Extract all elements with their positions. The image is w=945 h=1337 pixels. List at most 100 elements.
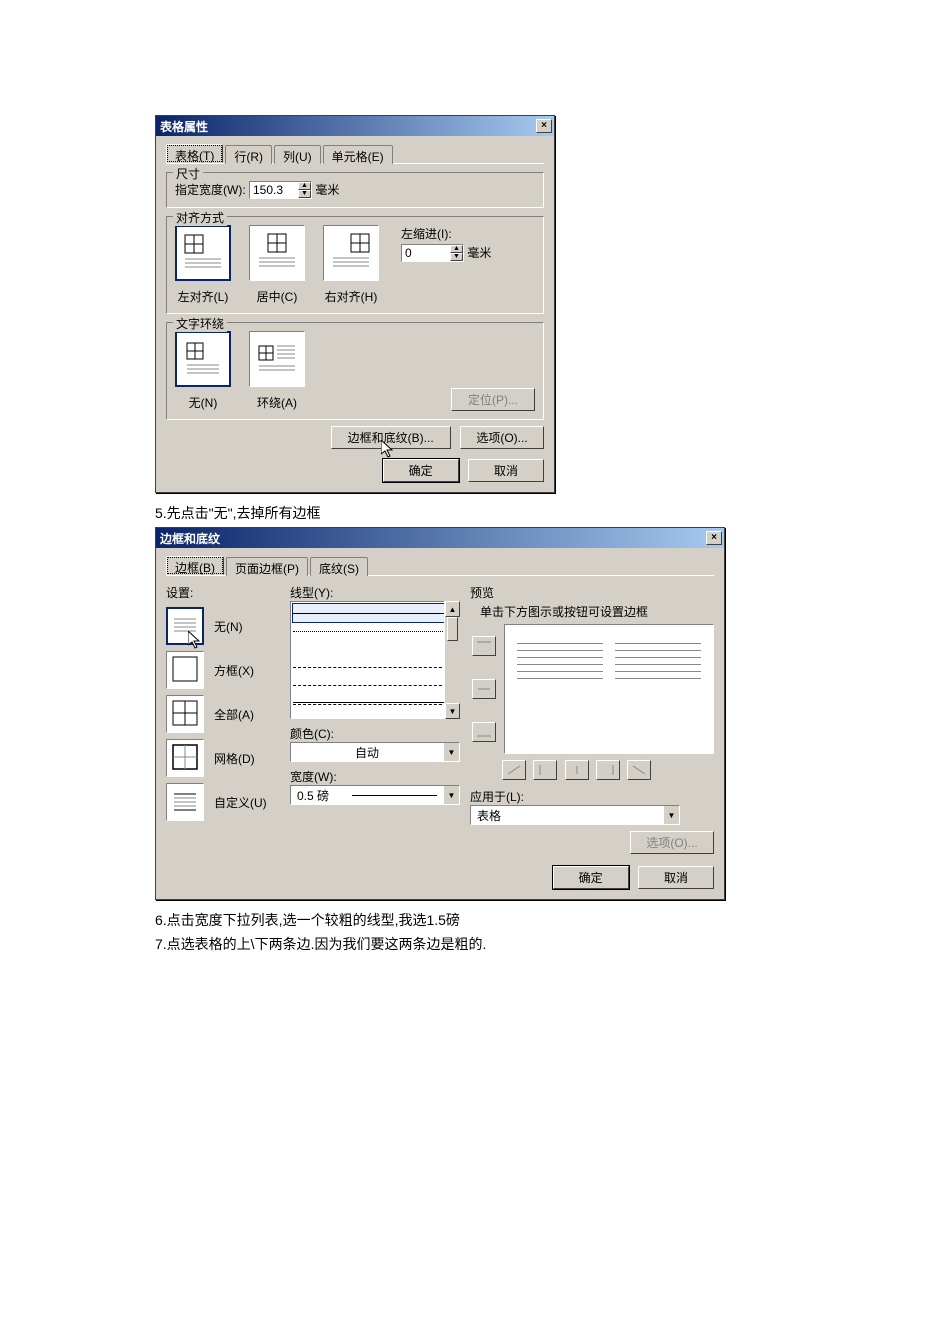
table-properties-dialog: 表格属性 × 表格(T) 行(R) 列(U) 单元格(E) 尺寸 指定宽度(W)…	[155, 115, 555, 493]
scrollbar[interactable]: ▲ ▼	[444, 601, 460, 719]
setting-grid-label: 网格(D)	[214, 750, 255, 767]
indent-label: 左缩进(I):	[401, 225, 491, 242]
setting-grid-button[interactable]	[166, 739, 204, 777]
width-input[interactable]	[250, 182, 298, 198]
edge-vmid-icon	[569, 764, 585, 776]
chevron-down-icon[interactable]: ▼	[298, 190, 311, 198]
tab-borders[interactable]: 边框(B)	[166, 556, 224, 575]
wrap-around-label: 环绕(A)	[249, 394, 305, 411]
instruction-5: 5.先点击"无",去掉所有边框	[155, 503, 945, 523]
list-item[interactable]	[293, 622, 457, 640]
chevron-down-icon[interactable]: ▼	[445, 703, 460, 719]
width-spinner[interactable]: ▲ ▼	[249, 181, 312, 199]
indent-unit: 毫米	[467, 246, 491, 260]
chevron-up-icon[interactable]: ▲	[450, 245, 463, 253]
color-label: 颜色(C):	[290, 725, 460, 742]
tab-shading[interactable]: 底纹(S)	[310, 557, 368, 576]
tab-cell[interactable]: 单元格(E)	[323, 145, 393, 164]
ok-button[interactable]: 确定	[383, 459, 459, 482]
list-item[interactable]	[293, 694, 457, 712]
edge-left-button[interactable]	[533, 760, 557, 780]
edge-diag2-button[interactable]	[627, 760, 651, 780]
wrap-none-label: 无(N)	[175, 394, 231, 411]
align-legend: 对齐方式	[173, 209, 227, 226]
titlebar[interactable]: 表格属性 ×	[156, 116, 554, 136]
setting-box-icon	[168, 652, 202, 686]
edge-bottom-icon	[476, 726, 492, 738]
apply-label: 应用于(L):	[470, 788, 714, 805]
color-combo[interactable]: 自动 ▼	[290, 742, 460, 762]
style-label: 线型(Y):	[290, 584, 460, 601]
edge-top-icon	[476, 640, 492, 652]
list-item[interactable]	[293, 604, 457, 622]
dialog-title: 边框和底纹	[160, 530, 220, 547]
chevron-up-icon[interactable]: ▲	[298, 182, 311, 190]
setting-all-button[interactable]	[166, 695, 204, 733]
align-left-button[interactable]	[175, 225, 231, 281]
tabs: 边框(B) 页面边框(P) 底纹(S)	[166, 556, 714, 576]
align-right-label: 右对齐(H)	[323, 288, 379, 305]
edge-bottom-button[interactable]	[472, 722, 496, 742]
edge-right-button[interactable]	[596, 760, 620, 780]
wrap-legend: 文字环绕	[173, 315, 227, 332]
tab-table[interactable]: 表格(T)	[166, 144, 223, 163]
list-item[interactable]	[293, 640, 457, 658]
edge-vmid-button[interactable]	[565, 760, 589, 780]
chevron-down-icon[interactable]: ▼	[443, 786, 459, 804]
close-icon[interactable]: ×	[536, 119, 552, 133]
ok-button[interactable]: 确定	[553, 866, 629, 889]
edge-top-button[interactable]	[472, 636, 496, 656]
chevron-down-icon[interactable]: ▼	[663, 806, 679, 824]
chevron-down-icon[interactable]: ▼	[443, 743, 459, 761]
align-center-button[interactable]	[249, 225, 305, 281]
edge-left-icon	[537, 764, 553, 776]
positioning-button[interactable]: 定位(P)...	[451, 388, 535, 411]
list-item[interactable]	[293, 676, 457, 694]
edge-diag1-button[interactable]	[502, 760, 526, 780]
options-button[interactable]: 选项(O)...	[630, 831, 714, 854]
cancel-button[interactable]: 取消	[638, 866, 714, 889]
width-combo[interactable]: 0.5 磅 ▼	[290, 785, 460, 805]
tabs: 表格(T) 行(R) 列(U) 单元格(E)	[166, 144, 544, 164]
edge-hmid-button[interactable]	[472, 679, 496, 699]
setting-none-icon	[168, 609, 202, 643]
align-right-button[interactable]	[323, 225, 379, 281]
dialog-title: 表格属性	[160, 118, 208, 135]
setting-box-label: 方框(X)	[214, 662, 254, 679]
apply-combo[interactable]: 表格 ▼	[470, 805, 680, 825]
chevron-up-icon[interactable]: ▲	[445, 601, 460, 617]
tab-row[interactable]: 行(R)	[225, 145, 272, 164]
indent-input[interactable]	[402, 245, 450, 261]
style-listbox[interactable]: ▲ ▼	[290, 601, 460, 719]
setting-all-label: 全部(A)	[214, 706, 254, 723]
setting-all-icon	[168, 696, 202, 730]
color-value: 自动	[291, 744, 443, 761]
setting-none-label: 无(N)	[214, 618, 243, 635]
spinner-buttons[interactable]: ▲ ▼	[298, 182, 311, 198]
options-button[interactable]: 选项(O)...	[460, 426, 544, 449]
align-right-icon	[329, 230, 373, 274]
tab-page-border[interactable]: 页面边框(P)	[226, 557, 308, 576]
tab-col[interactable]: 列(U)	[274, 145, 321, 164]
size-label: 指定宽度(W):	[175, 183, 246, 197]
list-item[interactable]	[293, 658, 457, 676]
instruction-6: 6.点击宽度下拉列表,选一个较粗的线型,我选1.5磅	[155, 910, 945, 930]
setting-none-button[interactable]	[166, 607, 204, 645]
setting-custom-button[interactable]	[166, 783, 204, 821]
close-icon[interactable]: ×	[706, 531, 722, 545]
cancel-button[interactable]: 取消	[468, 459, 544, 482]
scrollbar-thumb[interactable]	[447, 617, 458, 641]
setting-box-button[interactable]	[166, 651, 204, 689]
width-value: 0.5 磅	[291, 787, 346, 804]
titlebar[interactable]: 边框和底纹 ×	[156, 528, 724, 548]
preview-area[interactable]	[504, 624, 714, 754]
indent-spinner[interactable]: ▲ ▼	[401, 244, 464, 262]
chevron-down-icon[interactable]: ▼	[450, 253, 463, 261]
diagonal-icon	[506, 764, 522, 776]
width-unit: 毫米	[315, 183, 339, 197]
borders-shading-button[interactable]: 边框和底纹(B)...	[331, 426, 451, 449]
spinner-buttons[interactable]: ▲ ▼	[450, 245, 463, 261]
wrap-around-button[interactable]	[249, 331, 305, 387]
wrap-none-button[interactable]	[175, 331, 231, 387]
align-left-icon	[181, 231, 225, 275]
